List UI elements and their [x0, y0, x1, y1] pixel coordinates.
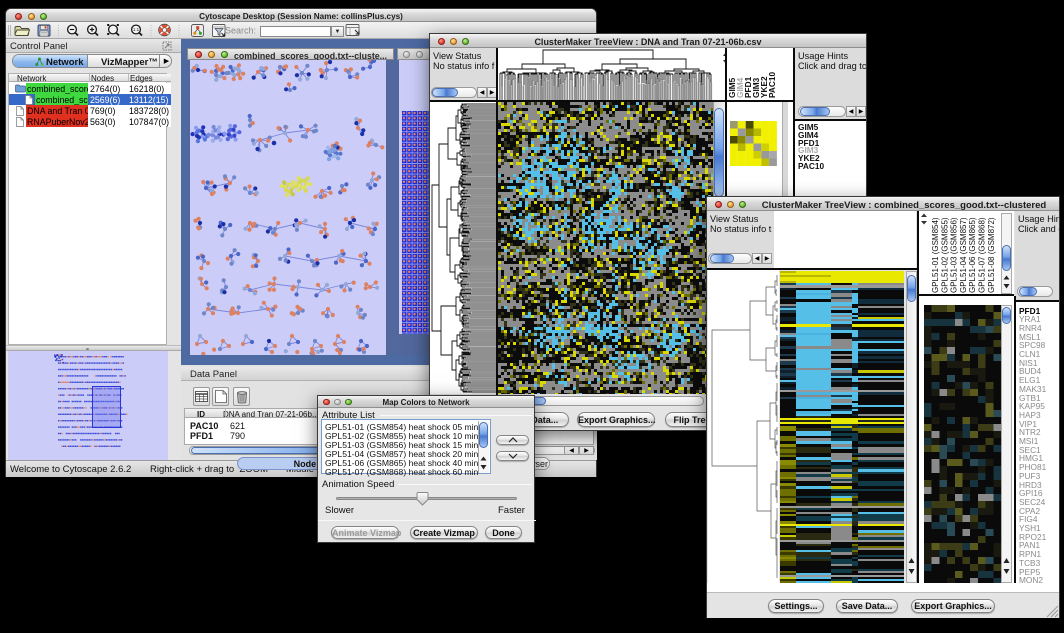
- svg-text:1:1: 1:1: [133, 27, 140, 32]
- svg-text:Search:: Search:: [225, 26, 256, 36]
